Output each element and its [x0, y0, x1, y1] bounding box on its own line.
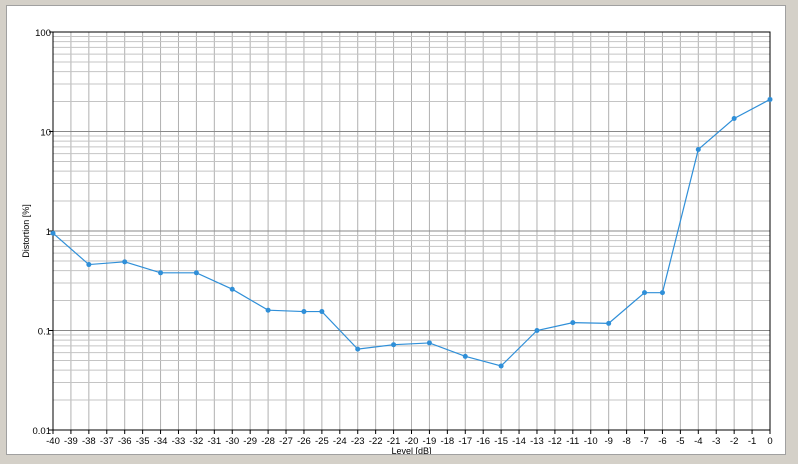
data-point	[534, 328, 540, 333]
x-tick-label: -38	[82, 436, 96, 447]
data-point	[695, 146, 701, 152]
axis-ticks: -40 -39 -38 -37 -36 -35 -34 -33 -32 -31 -30 -29 -28-…	[33, 28, 773, 447]
data-point	[391, 342, 397, 348]
data-point	[229, 286, 235, 292]
data-point	[319, 309, 325, 315]
data-point	[355, 346, 361, 352]
y-axis-title: Distortion [%]	[21, 204, 31, 258]
x-tick-label: -23	[351, 436, 365, 447]
x-tick-label: -9	[604, 436, 612, 447]
x-tick-label: -39	[64, 436, 78, 447]
x-tick-label: -37	[100, 436, 114, 447]
x-tick-label: -15	[494, 436, 508, 447]
x-axis-title: Level [dB]	[391, 446, 431, 454]
x-tick-label: -14	[512, 436, 526, 447]
x-tick-label: -12	[548, 436, 562, 447]
chart-panel: -40 -39 -38 -37 -36 -35 -34 -33 -32 -31 -30 -29 -28-…	[6, 5, 786, 455]
x-tick-label: -8	[622, 436, 630, 447]
x-tick-label: -30	[225, 436, 239, 447]
data-point	[122, 259, 128, 265]
data-point	[570, 320, 576, 326]
data-point	[767, 96, 773, 102]
x-tick-label: -7	[640, 436, 648, 447]
y-tick-label: 100	[35, 28, 51, 39]
data-point	[193, 270, 199, 276]
x-tick-label: -24	[333, 436, 347, 447]
x-tick-label: -1	[748, 436, 756, 447]
data-point	[462, 353, 468, 359]
data-point	[301, 309, 307, 315]
data-point	[426, 340, 432, 346]
x-tick-label: -10	[584, 436, 598, 447]
data-point	[606, 320, 612, 326]
x-tick-label: -35	[136, 436, 150, 447]
x-tick-label: -22	[369, 436, 383, 447]
y-tick-label: 0.1	[38, 327, 51, 338]
x-tick-label: -40	[46, 436, 60, 447]
x-tick-label: -25	[315, 436, 329, 447]
data-point	[50, 230, 56, 236]
y-tick-label: 10	[40, 128, 51, 139]
x-tick-label: -16	[476, 436, 490, 447]
x-tick-label: -11	[566, 436, 579, 447]
x-tick-label: -31	[207, 436, 221, 447]
grid	[52, 32, 771, 431]
x-tick-label: -5	[676, 436, 684, 447]
x-tick-label: -33	[172, 436, 186, 447]
x-tick-label: -18	[440, 436, 454, 447]
x-tick-label: -6	[658, 436, 666, 447]
data-point	[498, 363, 504, 369]
data-point	[86, 262, 92, 268]
x-tick-label: -29	[243, 436, 257, 447]
data-point	[659, 290, 665, 296]
data-point	[642, 290, 648, 296]
y-tick-label: 1	[46, 227, 51, 238]
data-point	[265, 307, 271, 313]
x-tick-label: -27	[279, 436, 293, 447]
x-tick-label: -17	[458, 436, 472, 447]
x-tick-label: -28	[261, 436, 275, 447]
x-tick-label: -36	[118, 436, 132, 447]
data-point	[158, 270, 164, 276]
x-tick-label: -34	[154, 436, 168, 447]
x-tick-label: -32	[190, 436, 204, 447]
data-point	[731, 116, 737, 122]
y-tick-label: 0.01	[33, 426, 52, 437]
x-tick-label: -2	[730, 436, 738, 447]
x-tick-label: 0	[767, 436, 772, 447]
distortion-chart: -40 -39 -38 -37 -36 -35 -34 -33 -32 -31 -30 -29 -28-…	[21, 28, 773, 454]
x-tick-label: -3	[712, 436, 720, 447]
x-tick-label: -13	[530, 436, 544, 447]
x-tick-label: -4	[694, 436, 702, 447]
x-tick-label: -26	[297, 436, 311, 447]
